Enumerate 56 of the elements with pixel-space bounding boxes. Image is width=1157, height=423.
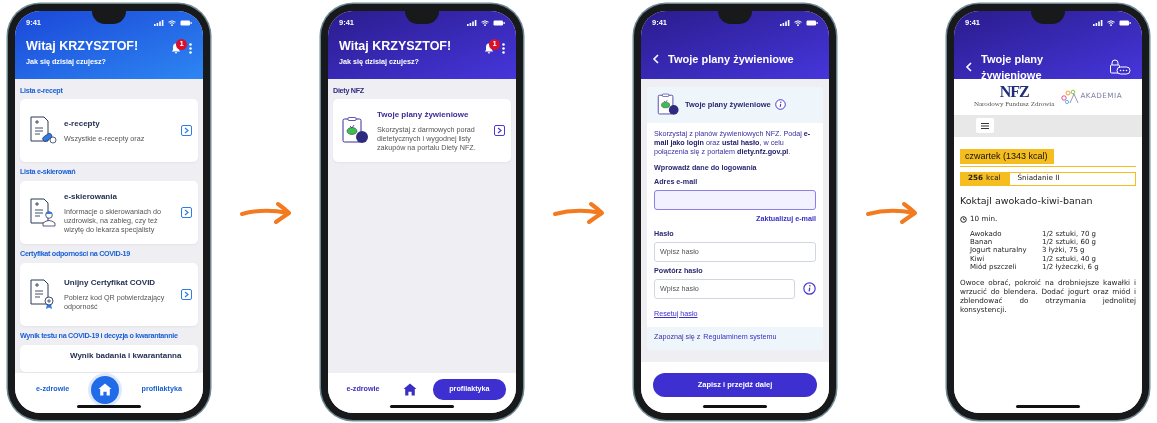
bubbles-icon bbox=[1060, 88, 1081, 105]
card-title: Twoje plany żywieniowe bbox=[377, 108, 470, 121]
home-icon bbox=[98, 383, 113, 396]
camera-notch bbox=[1031, 10, 1065, 24]
more-icon bbox=[189, 42, 192, 54]
signal-icon bbox=[467, 19, 477, 26]
day-tab[interactable]: czwartek (1343 kcal) bbox=[960, 148, 1054, 164]
list-card[interactable]: Wynik badania i kwarantanna bbox=[20, 344, 198, 372]
back-icon bbox=[652, 53, 659, 64]
logo-text: NFZ bbox=[998, 83, 1030, 99]
card-title: e-skierowania bbox=[64, 190, 118, 203]
screen-title: Twoje plany żywieniowe bbox=[981, 51, 1045, 83]
clock-icon bbox=[960, 215, 967, 223]
open-button[interactable] bbox=[494, 125, 505, 137]
input-field[interactable] bbox=[654, 190, 816, 211]
card-title: Wynik badania i kwarantanna bbox=[70, 349, 183, 362]
chevron-right-icon bbox=[497, 127, 502, 135]
wifi-icon bbox=[481, 19, 489, 26]
chevron-right-icon bbox=[184, 209, 189, 217]
card-title: Unijny Certyfikat COVID bbox=[64, 277, 157, 290]
home-indicator bbox=[1016, 404, 1080, 408]
wifi-icon bbox=[794, 19, 802, 26]
menu-icon bbox=[981, 122, 989, 129]
home-icon bbox=[403, 383, 418, 396]
wifi-icon bbox=[1107, 19, 1115, 26]
wifi-icon bbox=[168, 19, 176, 26]
chevron-right-icon bbox=[184, 127, 189, 135]
greeting-title: Witaj KRZYSZTOF! bbox=[26, 38, 139, 54]
camera-notch bbox=[718, 10, 752, 24]
signal-icon bbox=[780, 19, 790, 26]
home-indicator bbox=[390, 404, 454, 408]
open-button[interactable] bbox=[181, 125, 192, 137]
open-button[interactable] bbox=[181, 207, 192, 219]
home-indicator bbox=[77, 404, 141, 408]
greeting-title: Witaj KRZYSZTOF! bbox=[339, 38, 452, 54]
battery-icon bbox=[806, 19, 818, 26]
home-indicator bbox=[703, 404, 767, 408]
signal-icon bbox=[154, 19, 164, 26]
more-icon bbox=[502, 42, 505, 54]
chevron-right-icon bbox=[184, 290, 189, 298]
signal-icon bbox=[1093, 19, 1103, 26]
diet-plan-icon bbox=[655, 91, 681, 118]
screen-title: Twoje plany żywieniowe bbox=[668, 51, 794, 67]
battery-icon bbox=[493, 19, 505, 26]
info-icon bbox=[774, 99, 786, 110]
open-button[interactable] bbox=[181, 288, 192, 300]
card-title: e-recepty bbox=[64, 118, 101, 131]
back-icon bbox=[965, 62, 972, 72]
battery-icon bbox=[1119, 19, 1131, 26]
recipe-title: Koktajl awokado-kiwi-banan bbox=[960, 193, 1094, 208]
lock-chat-icon bbox=[1109, 59, 1131, 75]
camera-notch bbox=[405, 10, 439, 24]
camera-notch bbox=[92, 10, 126, 24]
menu-button[interactable] bbox=[976, 118, 994, 133]
home-button[interactable] bbox=[91, 375, 120, 404]
battery-icon bbox=[180, 19, 192, 26]
